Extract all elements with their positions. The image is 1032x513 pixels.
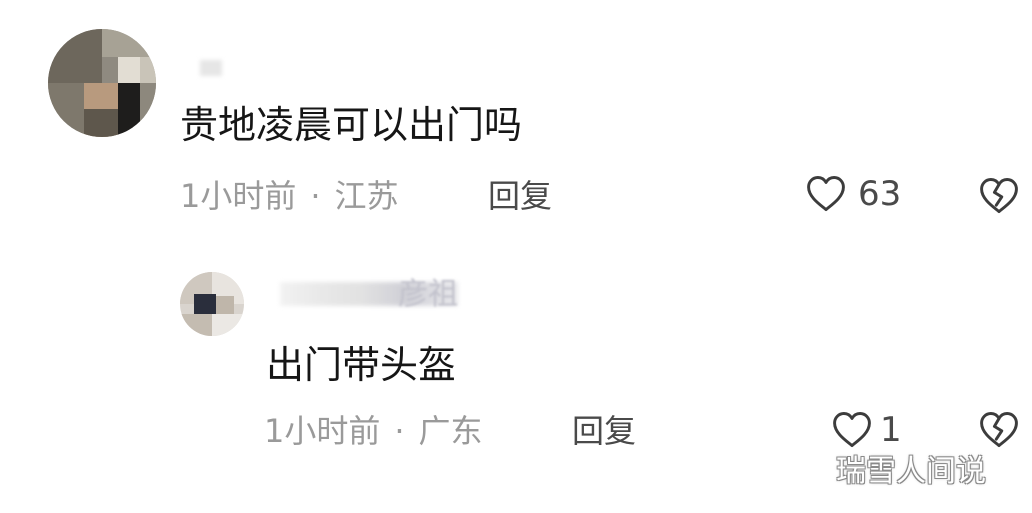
reply-meta: 1小时前 · 广东 (264, 412, 483, 450)
meta-separator: · (394, 412, 405, 450)
comment-text: 贵地凌晨可以出门吗 (180, 103, 523, 147)
comment-time: 1小时前 (180, 177, 297, 215)
heart-outline-icon (830, 408, 874, 452)
dislike-button[interactable] (976, 174, 1022, 222)
meta-separator: · (310, 177, 321, 215)
comment-location: 江苏 (334, 177, 399, 215)
reply-like-button[interactable]: 1 (830, 408, 902, 452)
reply-dislike-button[interactable] (976, 408, 1022, 456)
replier-avatar[interactable] (180, 272, 244, 336)
reply-like-count: 1 (880, 410, 902, 450)
replier-username-suffix: 彦祖 (398, 277, 458, 312)
reply-button[interactable]: 回复 (488, 177, 552, 215)
watermark: 瑞雪人间说 (836, 454, 986, 489)
commenter-username[interactable] (200, 60, 222, 76)
reply-time: 1小时前 (264, 412, 381, 450)
heart-outline-icon (804, 172, 848, 216)
reply-text: 出门带头盔 (266, 343, 457, 387)
comment-meta: 1小时前 · 江苏 (180, 177, 399, 215)
like-button[interactable]: 63 (804, 172, 901, 216)
broken-heart-icon (976, 178, 1022, 222)
like-count: 63 (858, 174, 902, 214)
reply-to-reply-button[interactable]: 回复 (572, 412, 636, 450)
reply-location: 广东 (418, 412, 483, 450)
commenter-avatar[interactable] (48, 29, 156, 137)
